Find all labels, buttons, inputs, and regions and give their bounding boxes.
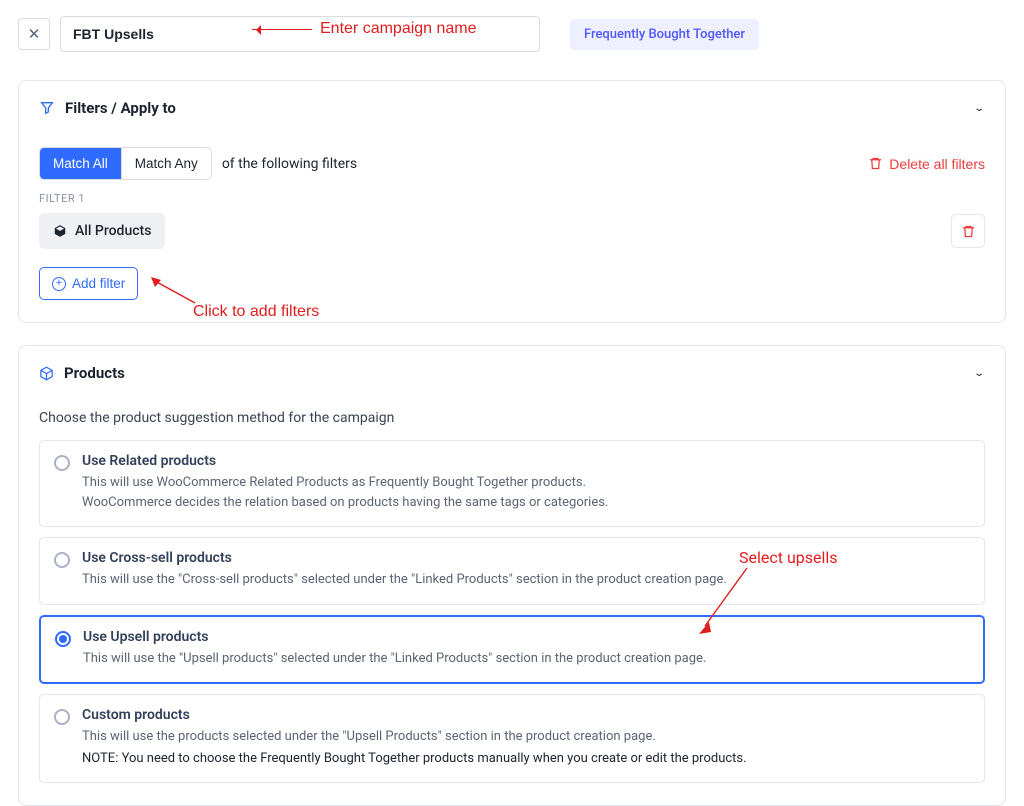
option-title: Use Related products bbox=[82, 453, 608, 469]
trash-icon bbox=[961, 224, 976, 239]
annotation-add-filters: Click to add filters bbox=[193, 303, 319, 321]
match-all-button[interactable]: Match All bbox=[40, 148, 121, 179]
close-icon: ✕ bbox=[28, 25, 41, 43]
filter-1-label: FILTER 1 bbox=[39, 192, 985, 205]
annotation-text: Click to add filters bbox=[193, 303, 319, 321]
delete-filter-button[interactable] bbox=[951, 214, 985, 248]
match-suffix: of the following filters bbox=[222, 156, 357, 172]
filter-chip-label: All Products bbox=[75, 223, 151, 239]
option-desc: This will use the "Cross-sell products" … bbox=[82, 570, 727, 590]
radio-icon bbox=[54, 552, 70, 568]
products-description: Choose the product suggestion method for… bbox=[39, 404, 985, 440]
close-button[interactable]: ✕ bbox=[18, 18, 50, 50]
match-mode-segment: Match All Match Any bbox=[39, 147, 212, 180]
filter-chip-all-products[interactable]: All Products bbox=[39, 213, 165, 249]
products-card: Products ⌄ Choose the product suggestion… bbox=[18, 345, 1006, 806]
delete-all-filters-label: Delete all filters bbox=[889, 156, 985, 172]
arrow-diagonal-icon bbox=[149, 275, 209, 309]
collapse-toggle[interactable]: ⌄ bbox=[973, 367, 985, 378]
plus-circle-icon: + bbox=[52, 277, 66, 291]
products-title: Products bbox=[64, 364, 125, 382]
option-desc: This will use the products selected unde… bbox=[82, 727, 747, 747]
filter-icon bbox=[39, 100, 55, 116]
campaign-name-input[interactable] bbox=[60, 16, 540, 52]
add-filter-button[interactable]: + Add filter bbox=[39, 267, 138, 300]
option-custom-products[interactable]: Custom products This will use the produc… bbox=[39, 694, 985, 783]
filters-card: Filters / Apply to ⌄ Match All Match Any… bbox=[18, 80, 1006, 323]
radio-icon bbox=[54, 709, 70, 725]
delete-all-filters-button[interactable]: Delete all filters bbox=[868, 156, 985, 172]
option-desc: This will use WooCommerce Related Produc… bbox=[82, 473, 608, 512]
filters-title: Filters / Apply to bbox=[65, 99, 176, 117]
option-title: Use Upsell products bbox=[83, 629, 706, 645]
trash-icon bbox=[868, 156, 883, 171]
option-title: Custom products bbox=[82, 707, 747, 723]
collapse-toggle[interactable]: ⌄ bbox=[973, 102, 985, 113]
match-any-button[interactable]: Match Any bbox=[121, 148, 211, 179]
option-title: Use Cross-sell products bbox=[82, 550, 727, 566]
add-filter-label: Add filter bbox=[72, 276, 125, 291]
campaign-type-badge: Frequently Bought Together bbox=[570, 19, 759, 50]
option-desc: This will use the "Upsell products" sele… bbox=[83, 649, 706, 669]
box-icon bbox=[53, 224, 67, 238]
option-note: NOTE: You need to choose the Frequently … bbox=[82, 749, 747, 769]
option-related-products[interactable]: Use Related products This will use WooCo… bbox=[39, 440, 985, 527]
cube-icon bbox=[39, 366, 54, 381]
radio-icon bbox=[54, 455, 70, 471]
option-upsell[interactable]: Use Upsell products This will use the "U… bbox=[39, 615, 985, 685]
radio-icon bbox=[55, 631, 71, 647]
product-method-options: Use Related products This will use WooCo… bbox=[39, 440, 985, 783]
option-cross-sell[interactable]: Use Cross-sell products This will use th… bbox=[39, 537, 985, 605]
